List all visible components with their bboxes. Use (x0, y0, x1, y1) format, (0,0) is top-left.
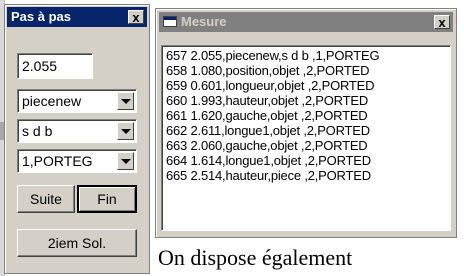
body-text: On dispose également (158, 245, 353, 270)
close-button[interactable]: x (128, 10, 144, 24)
list-item[interactable]: 660 1.993,hauteur,objet ,2,PORTED (166, 93, 368, 108)
list-item[interactable]: 661 1.620,gauche,objet ,2,PORTED (166, 108, 368, 123)
combo-porte-value: 1,PORTEG (22, 153, 93, 169)
list-item[interactable]: 658 1.080,position,objet ,2,PORTED (166, 63, 369, 78)
combo-element-value: s d b (22, 123, 53, 139)
pas-a-pas-titlebar[interactable]: Pas à pas x (7, 7, 147, 27)
list-item[interactable]: 659 0.601,longueur,objet ,2,PORTED (166, 78, 375, 93)
chevron-down-icon[interactable] (117, 152, 134, 170)
close-icon: x (132, 10, 140, 25)
pas-a-pas-dialog: Pas à pas x 2.055 piecenew s d b 1,PORTE… (4, 4, 150, 274)
list-item[interactable]: 663 2.060,gauche,objet ,2,PORTED (166, 138, 368, 153)
combo-element[interactable]: s d b (17, 119, 137, 143)
combo-piece-value: piecenew (22, 93, 82, 109)
mesure-title: Mesure (181, 14, 227, 29)
list-item[interactable]: 662 2.611,longue1,objet ,2,PORTED (166, 123, 370, 138)
close-button[interactable]: x (434, 15, 450, 29)
chevron-down-icon[interactable] (117, 92, 134, 110)
list-item[interactable]: 664 1.614,longue1,objet ,2,PORTED (166, 153, 371, 168)
second-solution-button[interactable]: 2iem Sol. (17, 229, 137, 257)
chevron-down-icon[interactable] (117, 122, 134, 140)
fin-button[interactable]: Fin (77, 185, 137, 213)
list-item[interactable]: 657 2.055,piecenew,s d b ,1,PORTEG (166, 48, 380, 63)
list-item[interactable]: 665 2.514,hauteur,piece ,2,PORTED (166, 168, 371, 183)
suite-button[interactable]: Suite (17, 185, 75, 213)
measurement-list[interactable]: 657 2.055,piecenew,s d b ,1,PORTEG 658 1… (161, 45, 451, 231)
mesure-window: Mesure x 657 2.055,piecenew,s d b ,1,POR… (155, 8, 457, 238)
pas-a-pas-title: Pas à pas (11, 9, 71, 24)
window-icon (163, 16, 177, 27)
close-icon: x (438, 15, 446, 30)
mesure-titlebar[interactable]: Mesure x (159, 12, 453, 32)
combo-porte[interactable]: 1,PORTEG (17, 149, 137, 173)
combo-piece[interactable]: piecenew (17, 89, 137, 113)
value-field[interactable]: 2.055 (17, 53, 93, 79)
